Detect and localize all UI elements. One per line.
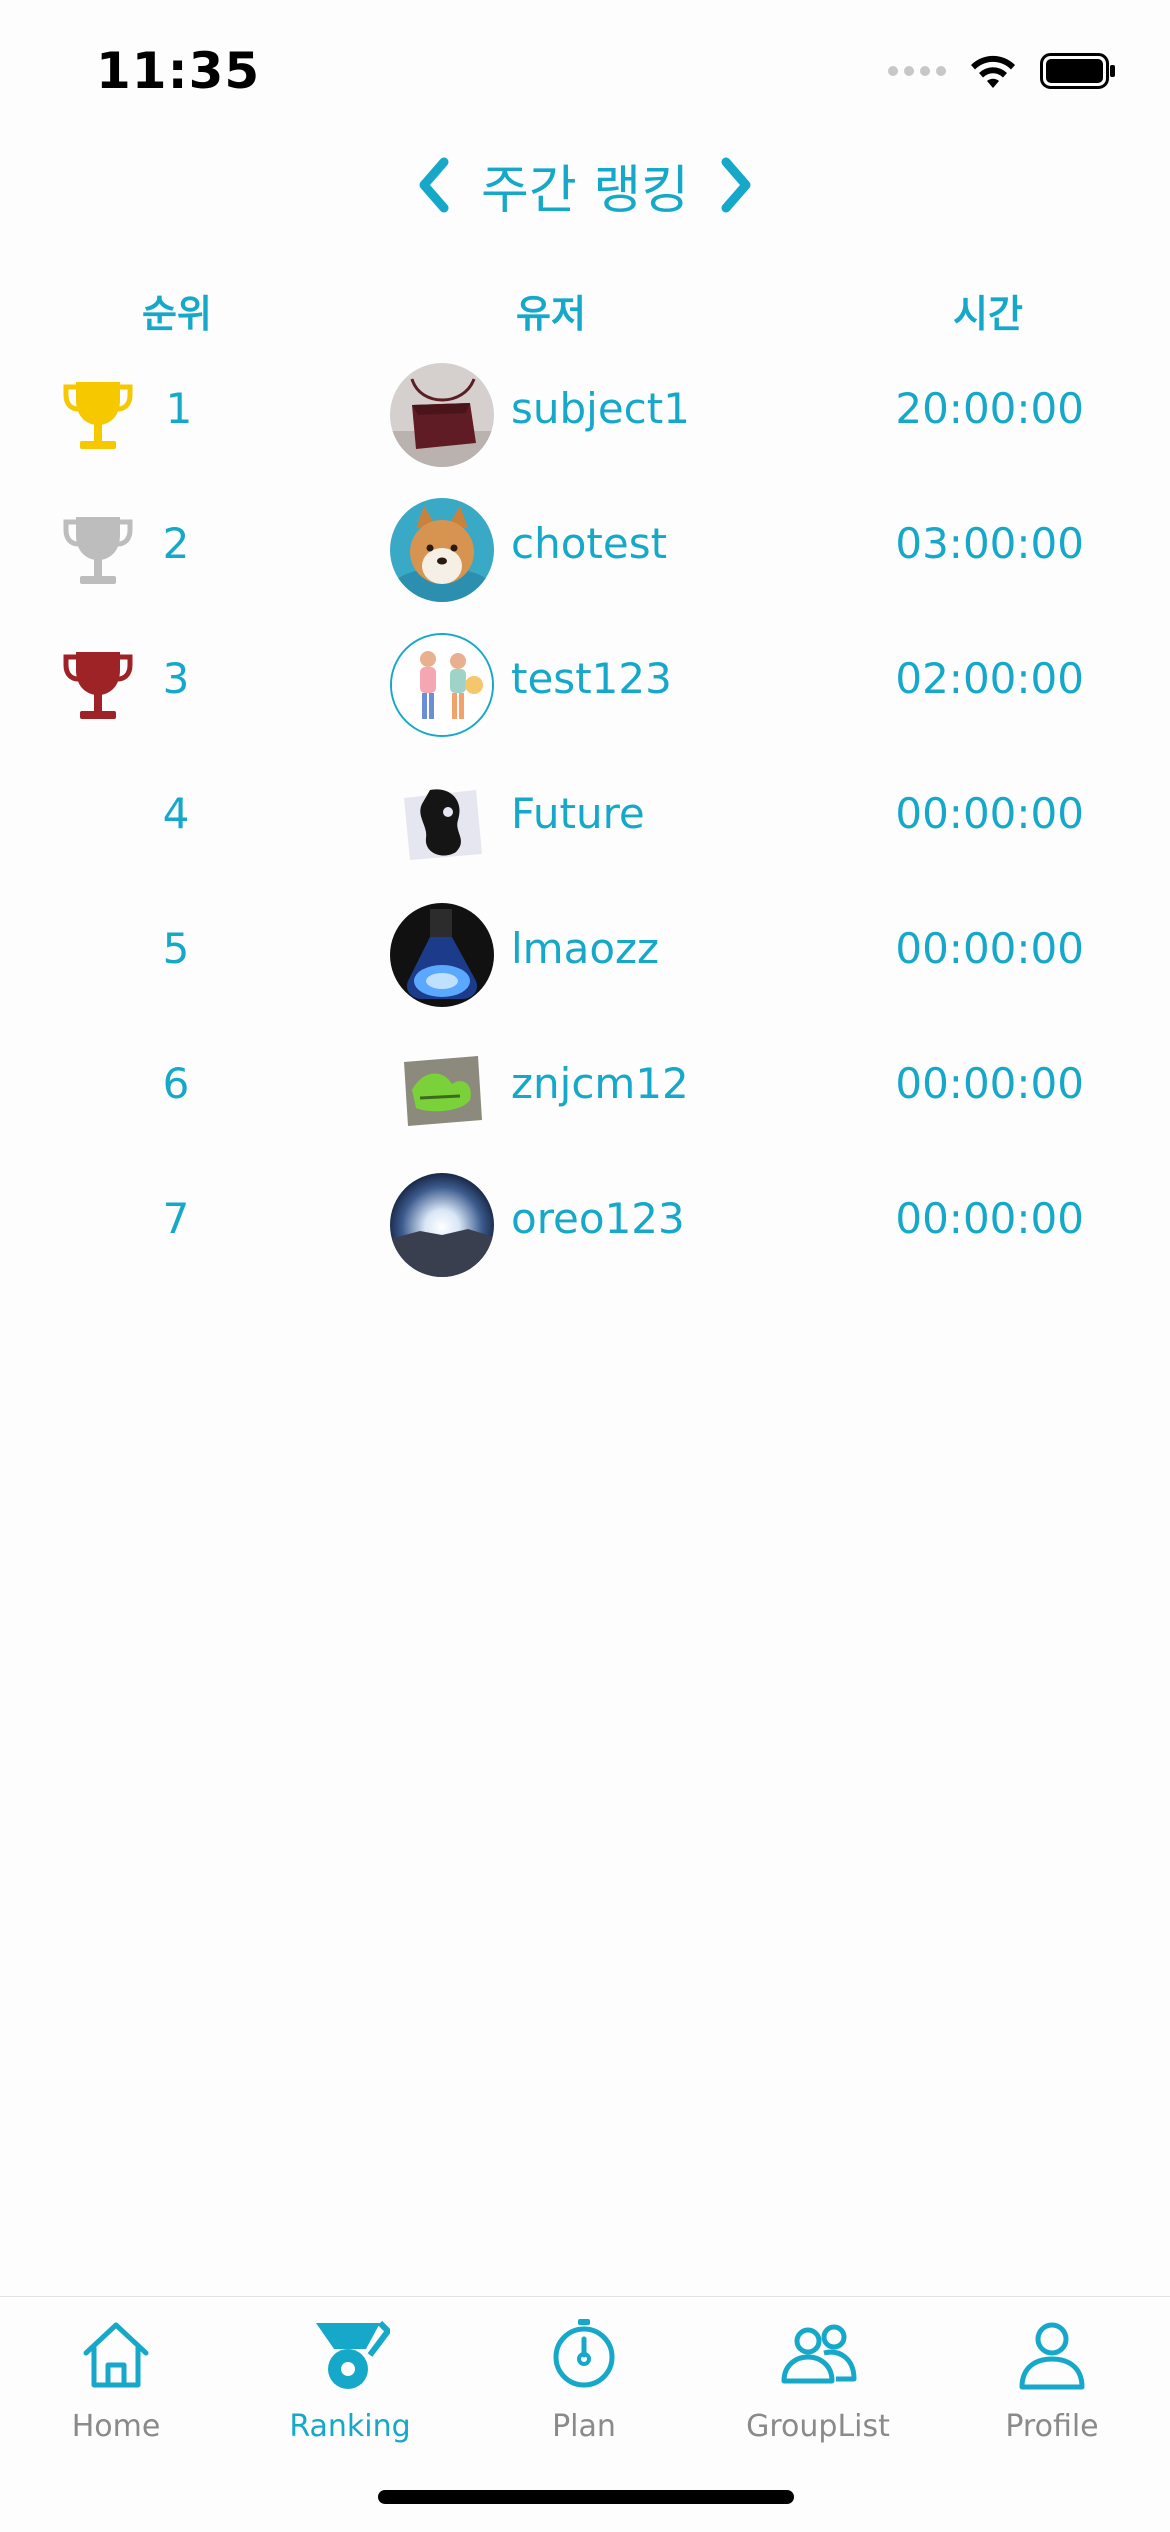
user-column-header: 유저 [516,292,586,336]
rank-number: 6 [162,1059,190,1108]
tab-label: Ranking [289,2409,411,2444]
study-time: 00:00:00 [895,1194,1084,1243]
avatar [390,1038,494,1142]
tab-ranking[interactable]: Ranking [250,2315,450,2465]
rank-number: 3 [162,654,190,703]
rank-number: 7 [162,1194,190,1243]
username: znjcm12 [511,1059,689,1108]
avatar [390,498,494,602]
ranking-screen: 11:35 주간 랭킹 순위 유저 시간 1 subject1 20:00:00… [0,0,1170,2532]
ranking-row[interactable]: 7 oreo123 00:00:00 [0,1158,1170,1293]
username: oreo123 [511,1194,685,1243]
study-time: 00:00:00 [895,924,1084,973]
ranking-row[interactable]: 1 subject1 20:00:00 [0,348,1170,483]
study-time: 02:00:00 [895,654,1084,703]
study-time: 00:00:00 [895,789,1084,838]
status-bar: 11:35 [0,0,1170,130]
next-week-button[interactable] [713,154,759,216]
previous-week-button[interactable] [411,154,457,216]
tab-grouplist[interactable]: GroupList [718,2315,918,2465]
person-icon [1019,2322,1085,2390]
avatar [390,363,494,467]
tab-label: Plan [552,2409,616,2444]
username: lmaozz [511,924,660,973]
rank-number: 4 [162,789,190,838]
username: chotest [511,519,668,568]
avatar [390,903,494,1007]
study-time: 00:00:00 [895,1059,1084,1108]
timer-icon [553,2319,615,2388]
status-icons [888,52,1116,90]
tab-label: Home [71,2409,161,2444]
tab-profile[interactable]: Profile [952,2315,1152,2465]
status-time: 11:35 [96,42,261,100]
tab-plan[interactable]: Plan [484,2315,684,2465]
username: test123 [511,654,672,703]
tab-label: Profile [1005,2409,1099,2444]
avatar [390,1173,494,1277]
rank-column-header: 순위 [142,292,212,336]
chevron-right-icon [721,157,751,213]
ranking-row[interactable]: 5 lmaozz 00:00:00 [0,888,1170,1023]
study-time: 20:00:00 [895,384,1084,433]
page-title: 주간 랭킹 [481,160,689,221]
ranking-row[interactable]: 3 test123 02:00:00 [0,618,1170,753]
tab-home[interactable]: Home [16,2315,216,2465]
week-ranking-header: 주간 랭킹 [0,145,1170,225]
avatar [390,633,494,737]
rank-number: 1 [165,384,193,433]
ranking-row[interactable]: 6 znjcm12 00:00:00 [0,1023,1170,1158]
home-indicator[interactable] [378,2490,794,2504]
tab-label: GroupList [746,2409,890,2444]
username: Future [511,789,645,838]
avatar [390,768,494,872]
battery-icon [1040,53,1115,89]
chevron-left-icon [419,157,449,213]
cellular-signal-icon [888,66,946,76]
username: subject1 [511,384,690,433]
study-time: 03:00:00 [895,519,1084,568]
rank-number: 5 [162,924,190,973]
ranking-row[interactable]: 4 Future 00:00:00 [0,753,1170,888]
group-icon [781,2324,857,2384]
ranking-medal-icon [316,2320,390,2389]
rank-number: 2 [162,519,190,568]
wifi-icon [971,55,1015,88]
home-icon [83,2322,149,2388]
time-column-header: 시간 [953,292,1023,336]
ranking-row[interactable]: 2 chotest 03:00:00 [0,483,1170,618]
